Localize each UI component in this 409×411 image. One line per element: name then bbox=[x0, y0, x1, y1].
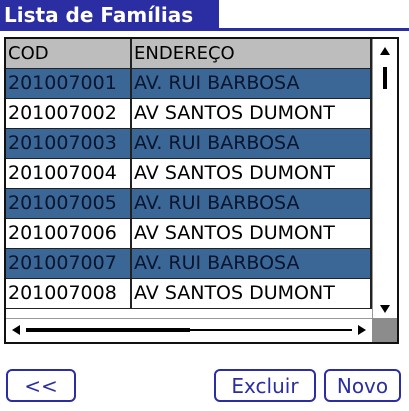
cell-endereco: AV. RUI BARBOSA bbox=[132, 189, 372, 218]
back-button[interactable]: << bbox=[6, 369, 76, 402]
families-table[interactable]: COD ENDEREÇO 201007001 AV. RUI BARBOSA 2… bbox=[4, 37, 399, 344]
delete-button[interactable]: Excluir bbox=[214, 369, 316, 402]
table-row[interactable]: 201007003 AV. RUI BARBOSA bbox=[6, 129, 372, 159]
scrollbar-corner bbox=[372, 318, 397, 342]
scroll-up-arrow-icon[interactable] bbox=[380, 47, 390, 55]
table-row[interactable]: 201007002 AV SANTOS DUMONT bbox=[6, 99, 372, 129]
cell-endereco: AV SANTOS DUMONT bbox=[132, 279, 372, 308]
vertical-scroll-thumb[interactable] bbox=[383, 67, 387, 89]
column-header-cod[interactable]: COD bbox=[6, 39, 132, 68]
cell-cod: 201007006 bbox=[6, 219, 132, 248]
cell-endereco: AV. RUI BARBOSA bbox=[132, 129, 372, 158]
horizontal-scroll-thumb[interactable] bbox=[26, 328, 190, 332]
table-row[interactable]: 201007005 AV. RUI BARBOSA bbox=[6, 189, 372, 219]
table-row[interactable]: 201007007 AV. RUI BARBOSA bbox=[6, 249, 372, 279]
window-title: Lista de Famílias bbox=[0, 0, 219, 30]
new-button[interactable]: Novo bbox=[324, 369, 401, 402]
cell-endereco: AV. RUI BARBOSA bbox=[132, 249, 372, 278]
cell-endereco: AV. RUI BARBOSA bbox=[132, 69, 372, 98]
cell-endereco: AV SANTOS DUMONT bbox=[132, 219, 372, 248]
scroll-right-arrow-icon[interactable] bbox=[358, 325, 366, 335]
cell-endereco: AV SANTOS DUMONT bbox=[132, 99, 372, 128]
table-row[interactable]: 201007008 AV SANTOS DUMONT bbox=[6, 279, 372, 309]
table-grid: COD ENDEREÇO 201007001 AV. RUI BARBOSA 2… bbox=[6, 39, 372, 309]
table-header: COD ENDEREÇO bbox=[6, 39, 372, 69]
scroll-left-arrow-icon[interactable] bbox=[12, 325, 20, 335]
column-header-endereco[interactable]: ENDEREÇO bbox=[132, 39, 372, 68]
table-row[interactable]: 201007006 AV SANTOS DUMONT bbox=[6, 219, 372, 249]
scroll-down-arrow-icon[interactable] bbox=[380, 305, 390, 313]
cell-cod: 201007005 bbox=[6, 189, 132, 218]
cell-cod: 201007004 bbox=[6, 159, 132, 188]
cell-cod: 201007001 bbox=[6, 69, 132, 98]
cell-cod: 201007007 bbox=[6, 249, 132, 278]
title-underline bbox=[0, 28, 409, 31]
cell-cod: 201007002 bbox=[6, 99, 132, 128]
cell-cod: 201007008 bbox=[6, 279, 132, 308]
table-row[interactable]: 201007004 AV SANTOS DUMONT bbox=[6, 159, 372, 189]
cell-cod: 201007003 bbox=[6, 129, 132, 158]
table-row[interactable]: 201007001 AV. RUI BARBOSA bbox=[6, 69, 372, 99]
cell-endereco: AV SANTOS DUMONT bbox=[132, 159, 372, 188]
horizontal-scrollbar[interactable] bbox=[6, 318, 372, 342]
vertical-scrollbar[interactable] bbox=[372, 39, 397, 321]
